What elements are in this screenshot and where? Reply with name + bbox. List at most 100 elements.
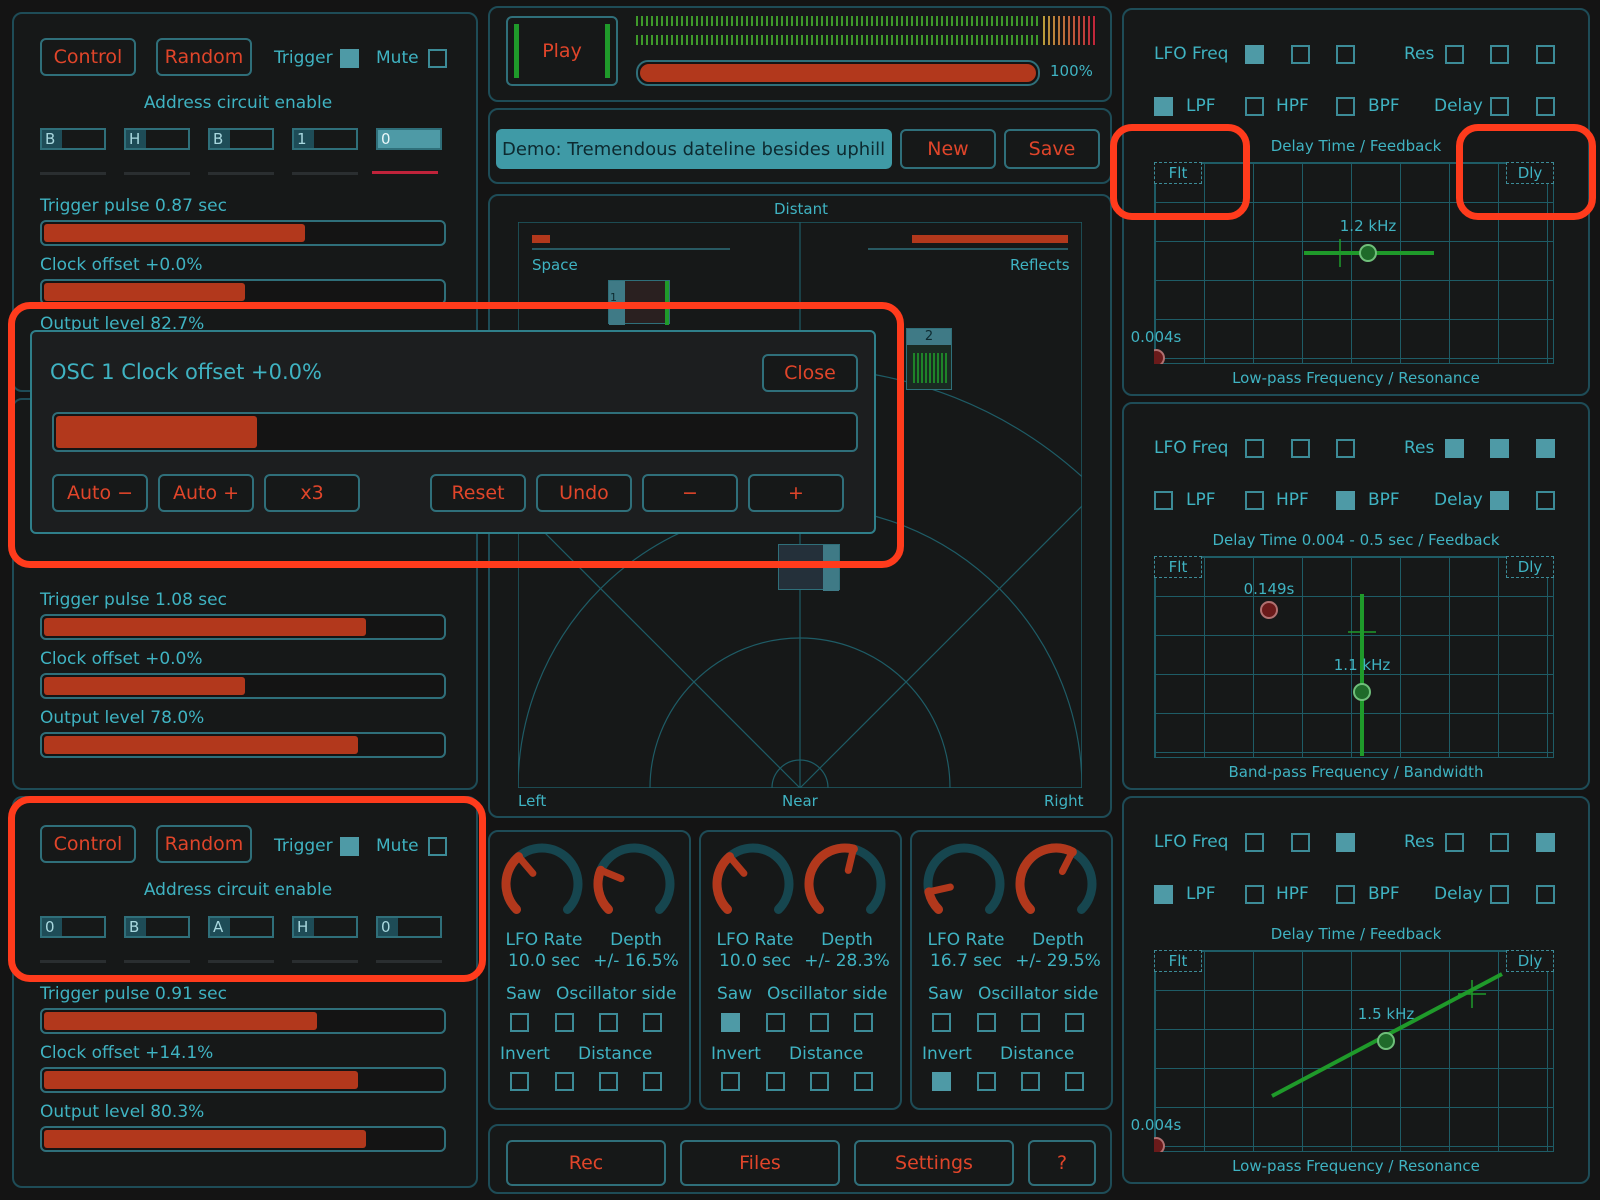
filter-type-checkbox[interactable] (1336, 97, 1355, 116)
lfo-option-checkbox[interactable] (1065, 1013, 1084, 1032)
files-button[interactable]: Files (680, 1140, 840, 1186)
lfo-option-checkbox[interactable] (643, 1072, 662, 1091)
settings-button[interactable]: Settings (854, 1140, 1014, 1186)
filter-mod-checkbox[interactable] (1445, 439, 1464, 458)
filter-type-checkbox[interactable] (1336, 491, 1355, 510)
filter-mod-checkbox[interactable] (1536, 833, 1555, 852)
parameter-slider[interactable] (40, 732, 446, 758)
filter-mod-checkbox[interactable] (1536, 439, 1555, 458)
parameter-slider[interactable] (40, 614, 446, 640)
lfo-rate-knob[interactable] (711, 840, 795, 928)
filter-mod-checkbox[interactable] (1490, 833, 1509, 852)
lfo-option-checkbox[interactable] (1065, 1072, 1084, 1091)
filter-mod-checkbox[interactable] (1245, 439, 1264, 458)
bpf-label: BPF (1368, 490, 1400, 510)
lfo-option-checkbox[interactable] (721, 1072, 740, 1091)
lfo-option-checkbox[interactable] (810, 1013, 829, 1032)
lfo-option-checkbox[interactable] (599, 1072, 618, 1091)
lfo-option-checkbox[interactable] (854, 1013, 873, 1032)
address-cell[interactable]: H (124, 128, 190, 150)
rec-button[interactable]: Rec (506, 1140, 666, 1186)
filter-type-checkbox[interactable] (1154, 491, 1173, 510)
slider-label: Trigger pulse 0.87 sec (40, 196, 227, 216)
filter-type-checkbox[interactable] (1245, 885, 1264, 904)
filter-type-checkbox[interactable] (1490, 97, 1509, 116)
address-cell[interactable]: 0 (376, 128, 442, 150)
help-button[interactable]: ? (1028, 1140, 1096, 1186)
parameter-slider[interactable] (40, 1067, 446, 1093)
song-progress[interactable] (636, 60, 1040, 86)
filter-mod-checkbox[interactable] (1291, 45, 1310, 64)
filter-mod-checkbox[interactable] (1445, 45, 1464, 64)
preset-name-field[interactable]: Demo: Tremendous dateline besides uphill (496, 129, 892, 169)
lfo-option-checkbox[interactable] (510, 1013, 529, 1032)
filter-mod-checkbox[interactable] (1245, 833, 1264, 852)
lfo-option-checkbox[interactable] (599, 1013, 618, 1032)
control-button[interactable]: Control (40, 38, 136, 76)
lfo-option-checkbox[interactable] (510, 1072, 529, 1091)
address-cell[interactable]: B (40, 128, 106, 150)
filter-mod-checkbox[interactable] (1490, 45, 1509, 64)
lfo-option-checkbox[interactable] (977, 1013, 996, 1032)
parameter-slider[interactable] (40, 220, 446, 246)
depth-knob[interactable] (1014, 840, 1098, 928)
address-cell[interactable]: 1 (292, 128, 358, 150)
lfo-option-checkbox[interactable] (932, 1013, 951, 1032)
lfo-option-checkbox[interactable] (977, 1072, 996, 1091)
trigger-checkbox[interactable] (340, 49, 359, 68)
lfo-option-checkbox[interactable] (1021, 1013, 1040, 1032)
filter-mod-checkbox[interactable] (1336, 833, 1355, 852)
progress-percent: 100% (1050, 62, 1093, 80)
filter-type-checkbox[interactable] (1536, 97, 1555, 116)
lfo-rate-knob[interactable] (922, 840, 1006, 928)
filter-mod-checkbox[interactable] (1490, 439, 1509, 458)
lfo-option-checkbox[interactable] (766, 1072, 785, 1091)
filter-type-checkbox[interactable] (1336, 885, 1355, 904)
filter-mod-checkbox[interactable] (1291, 439, 1310, 458)
filter-type-checkbox[interactable] (1245, 97, 1264, 116)
lfo-option-checkbox[interactable] (766, 1013, 785, 1032)
lfo-option-checkbox[interactable] (643, 1013, 662, 1032)
filter-type-checkbox[interactable] (1490, 491, 1509, 510)
lfo-option-checkbox[interactable] (555, 1072, 574, 1091)
filter-type-checkbox[interactable] (1536, 491, 1555, 510)
mute-checkbox[interactable] (428, 49, 447, 68)
new-preset-button[interactable]: New (900, 129, 996, 169)
lfo-rate-knob[interactable] (500, 840, 584, 928)
right-label: Right (1044, 792, 1084, 810)
filter-type-checkbox[interactable] (1245, 491, 1264, 510)
filter-type-checkbox[interactable] (1536, 885, 1555, 904)
lfo-option-checkbox[interactable] (932, 1072, 951, 1091)
flt-tag[interactable]: Flt (1154, 556, 1202, 578)
depth-knob[interactable] (592, 840, 676, 928)
filter-mod-checkbox[interactable] (1445, 833, 1464, 852)
level-meter-right (636, 35, 1096, 45)
lfo-option-checkbox[interactable] (555, 1013, 574, 1032)
slider-label: Output level 78.0% (40, 708, 205, 728)
depth-knob[interactable] (803, 840, 887, 928)
filter-mod-checkbox[interactable] (1336, 45, 1355, 64)
lfo-option-checkbox[interactable] (810, 1072, 829, 1091)
filter-type-checkbox[interactable] (1490, 885, 1509, 904)
random-button[interactable]: Random (156, 38, 252, 76)
filter-mod-checkbox[interactable] (1245, 45, 1264, 64)
address-cell[interactable]: B (208, 128, 274, 150)
filter-type-checkbox[interactable] (1154, 885, 1173, 904)
parameter-slider[interactable] (40, 1126, 446, 1152)
filter-type-checkbox[interactable] (1154, 97, 1173, 116)
flt-tag[interactable]: Flt (1154, 950, 1202, 972)
lfo-option-checkbox[interactable] (721, 1013, 740, 1032)
source-2-marker[interactable]: 2 (906, 328, 952, 390)
filter-mod-checkbox[interactable] (1536, 45, 1555, 64)
lfo-option-checkbox[interactable] (854, 1072, 873, 1091)
lfo-option-checkbox[interactable] (1021, 1072, 1040, 1091)
play-button[interactable]: Play (506, 16, 618, 86)
save-preset-button[interactable]: Save (1004, 129, 1100, 169)
dly-tag[interactable]: Dly (1506, 950, 1554, 972)
depth-value: +/- 16.5% (593, 951, 679, 971)
parameter-slider[interactable] (40, 1008, 446, 1034)
filter-mod-checkbox[interactable] (1336, 439, 1355, 458)
filter-mod-checkbox[interactable] (1291, 833, 1310, 852)
dly-tag[interactable]: Dly (1506, 556, 1554, 578)
parameter-slider[interactable] (40, 673, 446, 699)
